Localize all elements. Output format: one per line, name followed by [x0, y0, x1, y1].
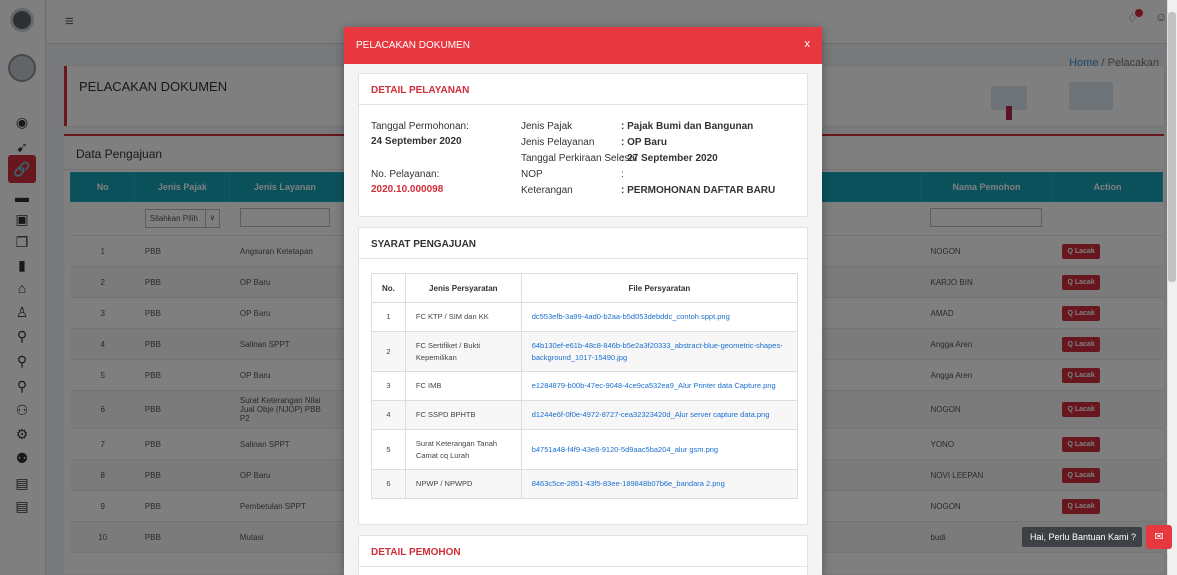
- tanggal-permohonan-label: Tanggal Permohonan:: [371, 121, 469, 132]
- table-row: 4 FC SSPD BPHTB d1244e6f-0f0e-4972-8727-…: [371, 400, 799, 430]
- nop-label: NOP: [521, 169, 543, 180]
- jenis-pajak-label: Jenis Pajak: [521, 121, 573, 132]
- jenis-pelayanan-label: Jenis Pelayanan: [521, 137, 595, 148]
- col-req-no: No.: [371, 273, 406, 303]
- table-row: 5 Surat Keterangan Tanah Camat cq Lurah …: [371, 429, 799, 470]
- detail-pelayanan-title: DETAIL PELAYANAN: [371, 85, 470, 96]
- table-row: 2 FC Sertifiket / Bukti Kepemilikan 64b1…: [371, 331, 799, 372]
- scrollbar-thumb[interactable]: [1168, 12, 1176, 282]
- file-link[interactable]: e1284879-b00b-47ec-9048-4ce9ca532ea9_Alu…: [520, 371, 799, 401]
- file-link[interactable]: d1244e6f-0f0e-4972-8727-cea32323420d_Alu…: [520, 400, 799, 430]
- no-pelayanan-label: No. Pelayanan:: [371, 169, 440, 180]
- file-link[interactable]: dc553efb-3a99-4ad0-b2aa-b5d053debddc_con…: [520, 302, 799, 332]
- detail-pelayanan-box: DETAIL PELAYANAN Tanggal Permohonan: 24 …: [358, 73, 808, 217]
- table-row: 6 NPWP / NPWPD 8463c5ce-2851-43f5-83ee-1…: [371, 469, 799, 499]
- tracking-modal: PELACAKAN DOKUMEN x DETAIL PELAYANAN Tan…: [344, 27, 822, 575]
- syarat-table: No. Jenis Persyaratan File Persyaratan 1…: [371, 273, 799, 499]
- modal-header: PELACAKAN DOKUMEN x: [344, 27, 822, 64]
- file-link[interactable]: 64b130ef-e61b-48c8-846b-b5e2a3f20333_abs…: [520, 331, 799, 372]
- close-icon[interactable]: x: [805, 38, 811, 50]
- table-row: 1 FC KTP / SIM dan KK dc553efb-3a99-4ad0…: [371, 302, 799, 332]
- detail-pemohon-box: DETAIL PEMOHON: [358, 535, 808, 575]
- modal-title: PELACAKAN DOKUMEN: [356, 40, 470, 51]
- jenis-pajak-value: : Pajak Bumi dan Bangunan: [621, 121, 754, 132]
- file-link[interactable]: b4751a48-f4f9-43e8-9120-5d9aac5ba204_alu…: [520, 429, 799, 470]
- perkiraan-selesai-label: Tanggal Perkiraan Selesai: [521, 153, 638, 164]
- syarat-pengajuan-title: SYARAT PENGAJUAN: [371, 239, 477, 250]
- no-pelayanan-value: 2020.10.000098: [371, 184, 444, 195]
- detail-pemohon-title: DETAIL PEMOHON: [371, 547, 461, 558]
- page-scrollbar[interactable]: [1167, 0, 1177, 575]
- tanggal-permohonan-value: 24 September 2020: [371, 136, 462, 147]
- chat-icon[interactable]: ✉: [1146, 525, 1172, 549]
- file-link[interactable]: 8463c5ce-2851-43f5-83ee-189848b07b6e_ban…: [520, 469, 799, 499]
- keterangan-label: Keterangan: [521, 185, 573, 196]
- jenis-pelayanan-value: : OP Baru: [621, 137, 667, 148]
- nop-value: :: [621, 169, 624, 180]
- syarat-pengajuan-box: SYARAT PENGAJUAN No. Jenis Persyaratan F…: [358, 227, 808, 525]
- keterangan-value: : PERMOHONAN DAFTAR BARU: [621, 185, 776, 196]
- col-req-jenis: Jenis Persyaratan: [404, 273, 522, 303]
- table-row: 3 FC IMB e1284879-b00b-47ec-9048-4ce9ca5…: [371, 371, 799, 401]
- col-req-file: File Persyaratan: [520, 273, 799, 303]
- perkiraan-selesai-value: : 27 September 2020: [621, 153, 718, 164]
- chat-prompt[interactable]: Hai, Perlu Bantuan Kami ?: [1022, 527, 1142, 547]
